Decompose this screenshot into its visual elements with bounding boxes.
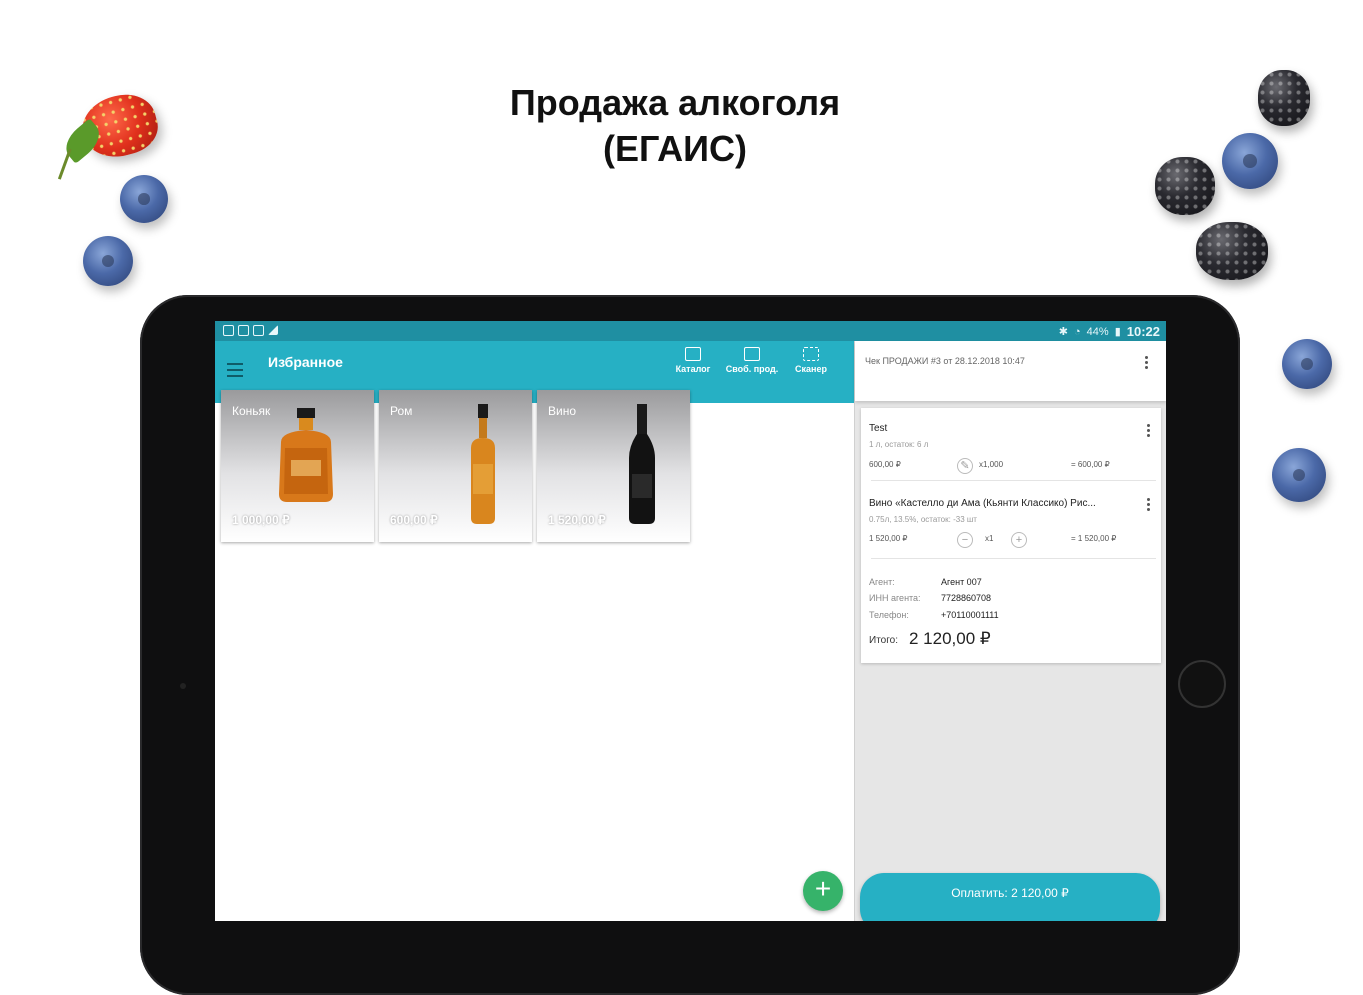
scanner-button[interactable]: Сканер (781, 347, 841, 374)
blackberry-decoration (1155, 157, 1215, 215)
catalog-icon (685, 347, 701, 361)
product-tile-cognac[interactable]: Коньяк 1 000,00 ₽ (221, 390, 374, 542)
item-price: 1 520,00 ₽ (869, 534, 908, 543)
phone-value: +70110001111 (941, 610, 999, 620)
item-quantity: х1 (985, 534, 994, 543)
battery-icon: ▮ (1114, 326, 1121, 338)
item-name: Test (869, 423, 888, 434)
agent-value: Агент 007 (941, 577, 982, 587)
item-quantity: х1,000 (979, 460, 1004, 469)
item-subtitle: 1 л, остаток: 6 л (869, 440, 929, 449)
pay-button[interactable]: Оплатить: 2 120,00 ₽ (860, 873, 1160, 921)
item-price: 600,00 ₽ (869, 460, 901, 469)
increase-quantity-icon[interactable]: + (1011, 532, 1027, 548)
headline: Продажа алкоголя (ЕГАИС) (430, 80, 920, 172)
wine-bottle-icon (629, 404, 655, 524)
tablet-screen: ✱ ◔ 44% ▮ 10:22 Избранное Каталог Своб. … (215, 321, 1166, 921)
status-time: 10:22 (1126, 324, 1160, 339)
decrease-quantity-icon[interactable]: − (957, 532, 973, 548)
more-icon[interactable] (1145, 356, 1149, 371)
inn-value: 7728860708 (941, 593, 992, 603)
product-name: Вино (548, 404, 577, 418)
rum-bottle-icon (471, 404, 495, 524)
divider (871, 480, 1156, 481)
free-sale-button[interactable]: Своб. прод. (722, 347, 782, 374)
inn-label: ИНН агента: (869, 593, 921, 603)
blackberry-decoration (1258, 70, 1310, 126)
edit-icon (744, 347, 760, 361)
add-button[interactable]: + (803, 871, 843, 911)
camera-icon (180, 683, 186, 689)
product-price: 1 000,00 ₽ (232, 513, 290, 527)
product-tile-rum[interactable]: Ром 600,00 ₽ (379, 390, 532, 542)
product-name: Коньяк (232, 404, 271, 418)
wifi-icon: ◔ (1074, 325, 1081, 338)
item-name: Вино «Кастелло ди Ама (Кьянти Классико) … (869, 498, 1096, 509)
scanner-icon (803, 347, 819, 361)
item-more-icon[interactable] (1147, 498, 1151, 513)
battery-label: 44% (1086, 325, 1109, 338)
agent-label: Агент: (869, 577, 895, 587)
divider (871, 558, 1156, 559)
total-label: Итого: (869, 635, 898, 646)
headline-line1: Продажа алкоголя (509, 82, 841, 123)
receipt-title: Чек ПРОДАЖИ #3 от 28.12.2018 10:47 (865, 356, 1025, 366)
scanner-label: Сканер (795, 364, 827, 374)
total-value: 2 120,00 ₽ (909, 629, 991, 648)
page-title: Избранное (268, 354, 343, 370)
blackberry-decoration (1196, 222, 1268, 280)
image-icon (253, 325, 264, 336)
receipt-header: Чек ПРОДАЖИ #3 от 28.12.2018 10:47 (855, 341, 1166, 401)
product-price: 1 520,00 ₽ (548, 513, 606, 527)
catalog-button[interactable]: Каталог (663, 347, 723, 374)
home-button[interactable] (1178, 660, 1226, 708)
item-subtitle: 0.75л, 13.5%, остаток: -33 шт (869, 515, 977, 524)
signal-icon (268, 325, 278, 335)
blueberry-decoration (1222, 133, 1278, 189)
headline-line2: (ЕГАИС) (603, 128, 747, 169)
blueberry-decoration (120, 175, 168, 223)
item-total: = 600,00 ₽ (1071, 460, 1110, 469)
free-sale-label: Своб. прод. (725, 364, 779, 374)
item-total: = 1 520,00 ₽ (1071, 534, 1117, 543)
blueberry-decoration (1282, 339, 1332, 389)
notification-icon (238, 325, 249, 336)
item-more-icon[interactable] (1147, 424, 1151, 439)
edit-quantity-icon[interactable]: ✎ (957, 458, 973, 474)
receipt-card: Test 1 л, остаток: 6 л 600,00 ₽ ✎ х1,000… (861, 408, 1161, 663)
product-price: 600,00 ₽ (390, 513, 438, 527)
status-bar: ✱ ◔ 44% ▮ 10:22 (215, 321, 1166, 341)
hamburger-menu-icon[interactable] (227, 363, 243, 377)
phone-label: Телефон: (869, 610, 909, 620)
blueberry-decoration (1272, 448, 1326, 502)
blueberry-decoration (83, 236, 133, 286)
receipt-panel: Чек ПРОДАЖИ #3 от 28.12.2018 10:47 Test … (855, 341, 1166, 921)
strawberry-decoration (57, 87, 164, 180)
catalog-label: Каталог (675, 364, 711, 374)
bluetooth-icon: ✱ (1058, 326, 1068, 338)
product-name: Ром (390, 404, 413, 418)
cognac-bottle-icon (279, 408, 333, 502)
notification-icon (223, 325, 234, 336)
product-tile-wine[interactable]: Вино 1 520,00 ₽ (537, 390, 690, 542)
